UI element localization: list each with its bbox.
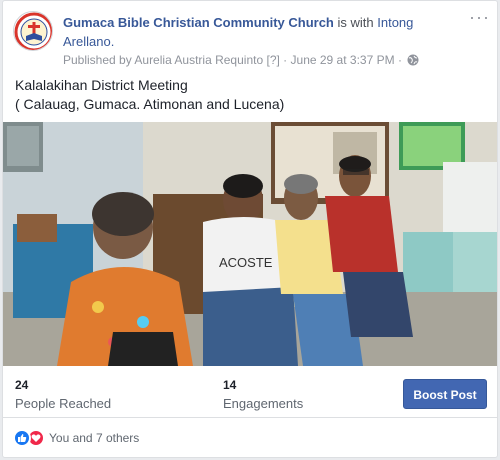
author-line: Gumaca Bible Christian Community Church …: [63, 13, 463, 51]
post-text: Kalalakihan District Meeting ( Calauag, …: [15, 76, 485, 114]
page-name-link[interactable]: Gumaca Bible Christian Community Church: [63, 15, 334, 30]
engagements-stat[interactable]: 14 Engagements: [223, 378, 303, 411]
reached-stat[interactable]: 24 People Reached: [15, 378, 111, 411]
engagements-value: 14: [223, 378, 237, 392]
post-photo[interactable]: ACOSTE: [3, 122, 497, 366]
more-options-button[interactable]: ···: [469, 8, 489, 31]
like-icon: [13, 429, 31, 447]
post-header: Gumaca Bible Christian Community Church …: [13, 8, 489, 69]
reactions-summary[interactable]: You and 7 others: [49, 431, 139, 445]
published-by-text: Published by Aurelia Austria Requinto: [63, 53, 264, 67]
engagements-label: Engagements: [223, 396, 304, 411]
meta-separator-2: ·: [397, 53, 402, 67]
reactions-bar[interactable]: You and 7 others: [13, 428, 139, 448]
reached-label: People Reached: [15, 396, 112, 411]
meta-separator: ·: [283, 53, 288, 67]
shirt-text: ACOSTE: [219, 255, 273, 270]
group-photo-image: ACOSTE: [3, 122, 497, 366]
help-mark[interactable]: [?]: [266, 53, 279, 67]
post-date-link[interactable]: June 29 at 3:37 PM: [291, 53, 395, 67]
church-logo-icon: [14, 12, 52, 50]
post-text-line-2: ( Calauag, Gumaca. Atimonan and Lucena): [15, 96, 285, 112]
post-card: Gumaca Bible Christian Community Church …: [2, 0, 498, 458]
post-meta: Published by Aurelia Austria Requinto [?…: [63, 53, 419, 69]
page-avatar[interactable]: [13, 11, 53, 51]
reached-value: 24: [15, 378, 29, 392]
post-stats: 24 People Reached 14 Engagements Boost P…: [3, 366, 497, 418]
with-text: is with: [337, 15, 374, 30]
globe-icon[interactable]: [407, 54, 419, 69]
post-text-line-1: Kalalakihan District Meeting: [15, 77, 188, 93]
boost-post-button[interactable]: Boost Post: [403, 379, 487, 409]
